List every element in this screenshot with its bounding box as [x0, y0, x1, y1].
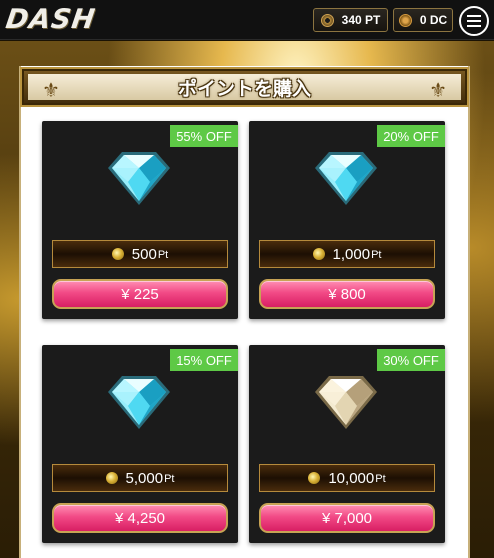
dash-logo[interactable]: DASH: [4, 4, 98, 35]
diamond-icon: [315, 152, 377, 205]
diamond-icon: [108, 152, 170, 205]
dc-value: 0 DC: [419, 13, 448, 27]
points-icon: [320, 13, 334, 27]
buy-price-button[interactable]: ¥ 4,250: [52, 503, 228, 533]
discount-badge: 20% OFF: [377, 125, 445, 147]
product-card[interactable]: 15% OFF 5,000 Pt ¥ 4,250: [42, 345, 238, 543]
menu-line: [467, 25, 481, 27]
product-card[interactable]: 30% OFF 10,000 Pt ¥ 7,000: [249, 345, 445, 543]
fleur-de-lis-icon: ⚜: [429, 80, 447, 102]
point-amount-value: 500: [131, 245, 157, 263]
diamond-icon: [108, 376, 170, 429]
top-header: DASH 340 PT 0 DC: [0, 0, 494, 40]
points-balance[interactable]: 340 PT: [313, 8, 388, 32]
point-amount: 500 Pt: [52, 240, 228, 268]
buy-price-button[interactable]: ¥ 225: [52, 279, 228, 309]
point-amount-value: 1,000: [332, 245, 371, 263]
point-unit: Pt: [375, 473, 386, 485]
hamburger-menu-button[interactable]: [459, 6, 489, 36]
coin-icon: [111, 248, 124, 260]
point-amount: 5,000 Pt: [52, 464, 228, 492]
title-plate: ⚜ ポイントを購入 ⚜: [28, 74, 461, 102]
diamond-icon: [315, 376, 377, 429]
page-title: ポイントを購入: [177, 77, 311, 100]
coin-icon: [105, 472, 118, 484]
point-amount-value: 10,000: [328, 469, 375, 487]
gem-image: [313, 149, 379, 207]
point-unit: Pt: [157, 249, 169, 261]
discount-badge: 30% OFF: [377, 349, 445, 371]
point-amount-value: 5,000: [125, 469, 164, 487]
gem-image: [313, 373, 379, 431]
point-unit: Pt: [371, 249, 382, 261]
buy-price-button[interactable]: ¥ 800: [259, 279, 435, 309]
gem-image: [106, 373, 172, 431]
points-value: 340 PT: [341, 13, 381, 27]
coin-icon: [308, 472, 321, 484]
discount-badge: 55% OFF: [170, 125, 238, 147]
buy-price-button[interactable]: ¥ 7,000: [259, 503, 435, 533]
point-amount: 10,000 Pt: [259, 464, 435, 492]
point-amount: 1,000 Pt: [259, 240, 435, 268]
dc-balance[interactable]: 0 DC: [393, 8, 453, 32]
purchase-title-bar: ⚜ ポイントを購入 ⚜: [20, 67, 469, 107]
menu-line: [467, 15, 481, 17]
product-card[interactable]: 55% OFF 500 Pt ¥ 225: [42, 121, 238, 319]
gem-image: [106, 149, 172, 207]
product-card[interactable]: 20% OFF 1,000 Pt ¥ 800: [249, 121, 445, 319]
menu-line: [467, 20, 481, 22]
point-unit: Pt: [164, 473, 175, 485]
coin-icon: [312, 248, 325, 260]
dc-coin-icon: [398, 13, 412, 27]
fleur-de-lis-icon: ⚜: [42, 80, 60, 102]
discount-badge: 15% OFF: [170, 349, 238, 371]
